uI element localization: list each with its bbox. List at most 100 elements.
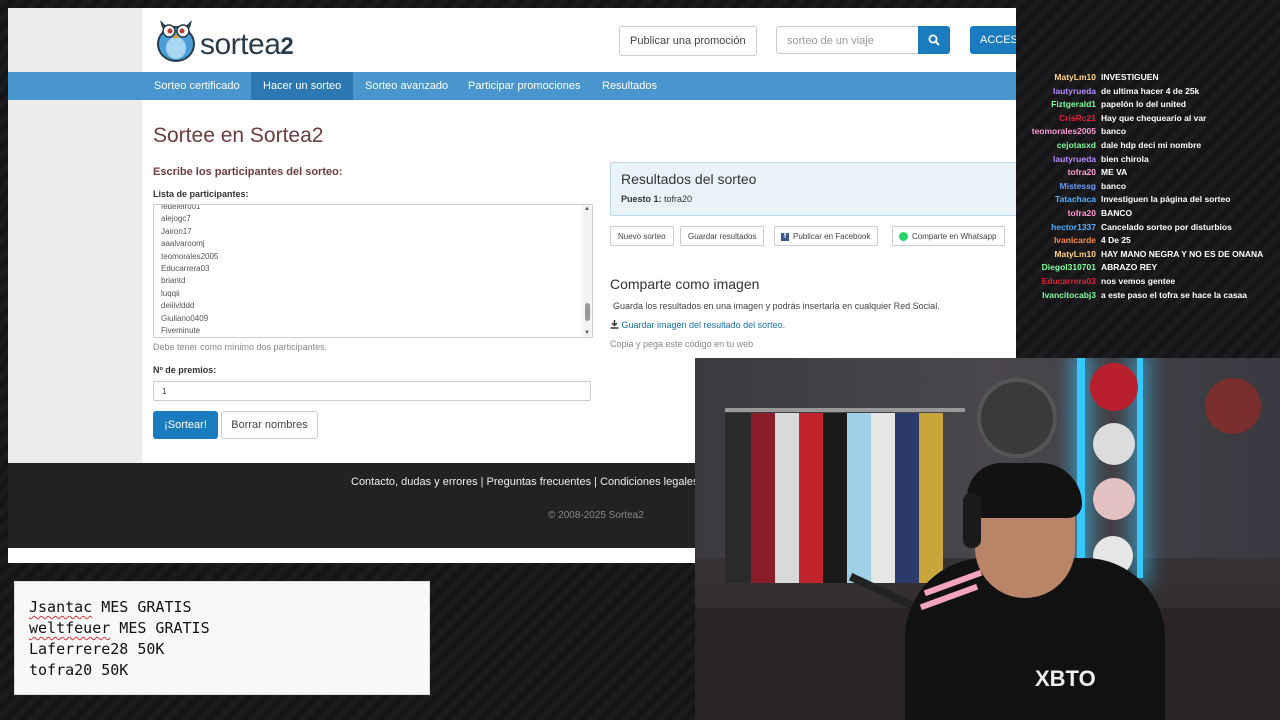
hanging-shirt	[895, 413, 919, 583]
participant-entry: Fiveminute	[161, 326, 201, 336]
search-button[interactable]	[918, 26, 950, 54]
participants-label: Lista de participantes:	[153, 189, 249, 199]
participant-entry: briantd	[161, 276, 186, 286]
chat-message: tofra20 BANCO	[1018, 208, 1280, 221]
chat-username[interactable]: CrisRc21	[1059, 113, 1096, 123]
chat-username[interactable]: tofra20	[1068, 167, 1096, 177]
stream-chat: MatyLm10 INVESTIGUEN lautyrueda de ultima h…	[1018, 72, 1280, 312]
note-name: Jsantac	[29, 598, 93, 616]
chat-username[interactable]: cejotasxd	[1057, 140, 1096, 150]
facebook-share-label: Publicar en Facebook	[793, 232, 871, 241]
scroll-thumb[interactable]	[585, 303, 590, 321]
hanging-shirt	[775, 413, 799, 583]
search-input[interactable]: sorteo de un viaje	[776, 26, 918, 54]
nav-hacer-un-sorteo[interactable]: Hacer un sorteo	[251, 72, 354, 100]
note-line: Laferrere28 50K	[29, 640, 164, 658]
chat-username[interactable]: hector1337	[1051, 222, 1096, 232]
chat-text: ABRAZO REY	[1101, 262, 1158, 273]
chat-message: Fiztgerald1 papelón lo del united	[1018, 99, 1280, 112]
owl-mascot-icon	[157, 20, 195, 62]
nav-participar-promociones[interactable]: Participar promociones	[456, 72, 593, 100]
textarea-scrollbar[interactable]: ▲ ▼	[582, 205, 592, 337]
participant-entry: deiiivlddd	[161, 301, 195, 311]
hanging-shirt	[919, 413, 943, 583]
save-image-link-label: Guardar imagen del resultado del sorteo.	[621, 320, 786, 330]
scroll-down-icon[interactable]: ▼	[584, 330, 590, 336]
note-line: Jsantac MES GRATIS	[29, 598, 192, 616]
participant-entry: luqqii	[161, 288, 180, 298]
prize-notes: Jsantac MES GRATIS weltfeuer MES GRATIS …	[14, 581, 430, 695]
chat-message: CrisRc21 Hay que chequeario al var	[1018, 113, 1280, 126]
chat-username[interactable]: lautyrueda	[1053, 86, 1096, 96]
whatsapp-share-label: Comparte en Whatsapp	[912, 232, 997, 241]
chat-username[interactable]: Diegol310701	[1042, 262, 1096, 272]
chat-text: Cancelado sorteo por disturbios	[1101, 221, 1232, 232]
football	[1093, 478, 1135, 520]
nav-sorteo-certificado[interactable]: Sorteo certificado	[142, 72, 252, 100]
chat-text: de ultima hacer 4 de 25k	[1101, 85, 1200, 96]
chat-text: papelón lo del united	[1101, 99, 1186, 110]
football	[1093, 423, 1135, 465]
chat-username[interactable]: Educarrera03	[1042, 276, 1096, 286]
chat-message: Mistessg banco	[1018, 181, 1280, 194]
participant-entry: aaalvaroomj	[161, 239, 205, 249]
site-logo[interactable]: sortea2	[154, 16, 294, 62]
chat-text: BANCO	[1101, 208, 1133, 218]
clear-names-button[interactable]: Borrar nombres	[221, 411, 318, 439]
min-participants-hint: Debe tener como mínimo dos participantes…	[153, 342, 328, 352]
scroll-up-icon[interactable]: ▲	[584, 206, 590, 212]
chat-message: Ivancitocabj3 a este paso el tofra se hac…	[1018, 290, 1280, 303]
save-results-button[interactable]: Guardar resultados	[680, 226, 765, 246]
note-name: Laferrere28	[29, 640, 129, 658]
whatsapp-share-button[interactable]: Comparte en Whatsapp	[892, 226, 1005, 246]
chat-username[interactable]: tofra20	[1068, 208, 1096, 218]
hanging-shirt	[725, 413, 751, 583]
participants-textarea[interactable]: fedeleiro01 alejogc7 Jairon17 aaalvaroom…	[153, 204, 593, 338]
chat-username[interactable]: Tatachaca	[1055, 194, 1096, 204]
chat-text: ME VA	[1101, 167, 1128, 178]
football	[1090, 363, 1138, 411]
chat-username[interactable]: Ivanicarde	[1054, 235, 1096, 245]
facebook-icon: f	[781, 232, 789, 241]
chat-username[interactable]: teomorales2005	[1032, 126, 1096, 136]
draw-button[interactable]: ¡Sortear!	[153, 411, 218, 439]
chat-text: Hay que chequeario al var	[1101, 112, 1207, 123]
nav-sorteo-avanzado[interactable]: Sorteo avanzado	[353, 72, 460, 100]
nav-resultados[interactable]: Resultados	[590, 72, 669, 100]
facebook-share-button[interactable]: f Publicar en Facebook	[774, 226, 879, 246]
prizes-input[interactable]: 1	[153, 381, 591, 401]
chat-username[interactable]: MatyLm10	[1054, 72, 1096, 82]
chat-message: Educarrera03 nos vemos gentee	[1018, 276, 1280, 289]
access-button[interactable]: ACCES	[970, 26, 1016, 54]
wall-emblem	[977, 378, 1057, 458]
winner-name: tofra20	[664, 194, 693, 204]
winner-line: Puesto 1: tofra20	[621, 194, 692, 204]
jersey-sponsor: XBTO	[1035, 666, 1096, 691]
chat-username[interactable]: Mistessg	[1060, 181, 1096, 191]
chat-message: Tatachaca Investiguen la página del sorte…	[1018, 194, 1280, 207]
note-line: tofra20 50K	[29, 661, 128, 679]
chat-text: 4 De 25	[1101, 235, 1131, 246]
share-image-description: Guarda los resultados en una imagen y po…	[613, 301, 940, 311]
chat-message: MatyLm10 INVESTIGUEN	[1018, 72, 1280, 85]
chat-text: HAY MANO NEGRA Y NO ES DE ONANA	[1101, 248, 1264, 259]
chat-username[interactable]: MatyLm10	[1054, 249, 1096, 259]
chat-message: MatyLm10 HAY MANO NEGRA Y NO ES DE ONANA	[1018, 249, 1280, 262]
webcam-feed: XBTO	[695, 358, 1280, 720]
save-image-link[interactable]: Guardar imagen del resultado del sorteo.	[610, 320, 785, 330]
chat-text: bien chirola	[1101, 153, 1149, 164]
chat-message: lautyrueda bien chirola	[1018, 154, 1280, 167]
chat-username[interactable]: lautyrueda	[1053, 154, 1096, 164]
logo-wordmark: sortea2	[200, 28, 294, 61]
position-label: Puesto 1:	[621, 194, 662, 204]
new-draw-button[interactable]: Nuevo sorteo	[610, 226, 674, 246]
main-nav: Sorteo certificado Hacer un sorteo Sorte…	[8, 72, 1016, 100]
footer-copyright: © 2008-2025 Sortea2	[548, 510, 644, 521]
chat-username[interactable]: Fiztgerald1	[1051, 99, 1096, 109]
publish-promotion-button[interactable]: Publicar una promoción	[619, 26, 757, 56]
hanging-shirt	[823, 413, 847, 583]
footer-links[interactable]: Contacto, dudas y errores | Preguntas fr…	[351, 476, 715, 488]
participant-entry: teomorales2005	[161, 251, 219, 261]
chat-username[interactable]: Ivancitocabj3	[1042, 290, 1096, 300]
share-image-title: Comparte como imagen	[610, 276, 760, 292]
